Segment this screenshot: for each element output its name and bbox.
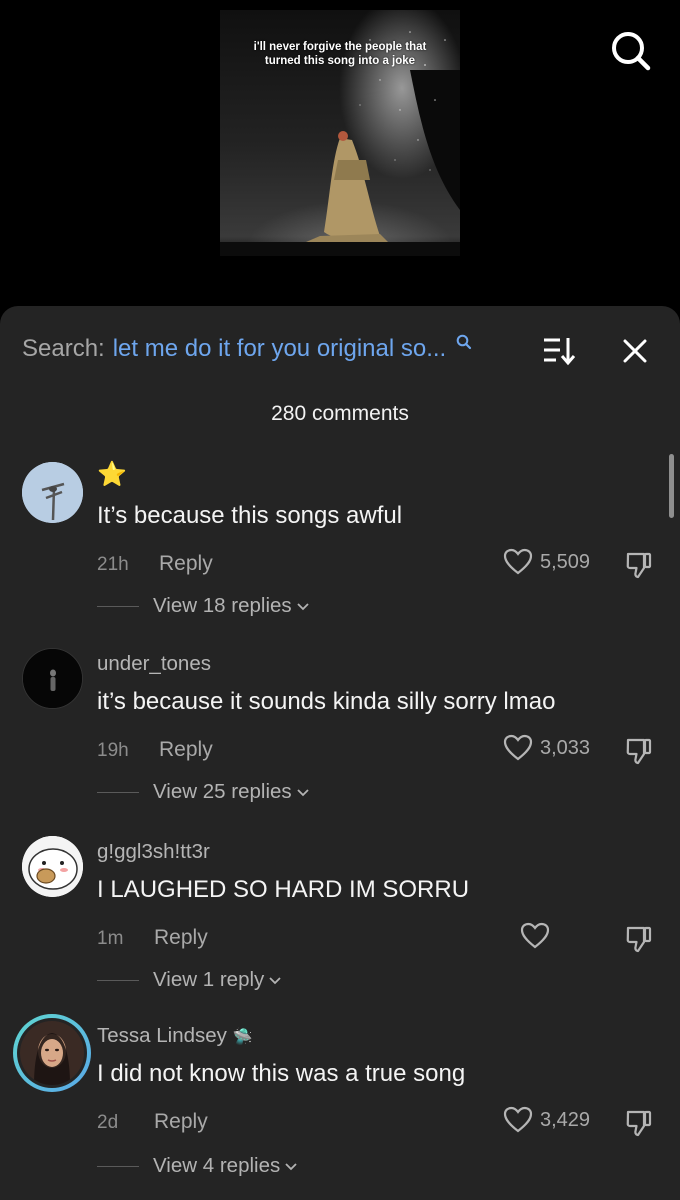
search-icon [456,334,472,350]
video-caption: i'll never forgive the people that turne… [253,41,427,67]
view-replies-button[interactable]: View 25 replies [97,780,310,804]
divider-line [97,1165,139,1167]
reply-button[interactable]: Reply [159,552,213,576]
reply-button[interactable]: Reply [159,738,213,762]
view-replies-button[interactable]: View 18 replies [97,594,310,618]
figure-avatar-image [23,649,82,708]
comment-username[interactable]: g!ggl3sh!tt3r [97,840,210,864]
thumbs-down-icon [626,738,652,765]
dislike-button[interactable] [624,1108,654,1143]
view-replies-label: View 1 reply [153,968,265,991]
cartoon-cat-avatar-image [22,836,83,897]
thumbs-down-icon [626,1110,652,1137]
related-search-link[interactable]: Search: let me do it for you original so… [22,332,472,366]
view-replies-label: View 18 replies [153,594,292,617]
username-label: Tessa Lindsey [97,1024,227,1047]
divider-line [97,605,139,607]
comment-text: it’s because it sounds kinda silly sorry… [97,688,556,715]
scrollbar[interactable] [669,454,674,518]
like-button[interactable]: 3,429 [503,1106,590,1134]
avatar[interactable] [22,462,83,523]
avatar-ring [17,1018,87,1088]
comment-time: 1m [97,928,124,949]
comment-badge: ⭐ [97,461,127,488]
comment-text: I did not know this was a true song [97,1060,466,1087]
dislike-button[interactable] [624,550,654,585]
like-button[interactable] [520,922,557,950]
reply-button[interactable]: Reply [154,1110,208,1134]
comment-count: 280 comments [271,402,409,425]
chevron-down-icon [285,1163,297,1171]
view-replies-button[interactable]: View 1 reply [97,968,282,992]
close-icon [623,339,647,363]
close-button[interactable] [622,338,648,369]
chevron-down-icon [297,603,309,611]
profile-photo-avatar-image [20,1021,84,1085]
comment-text: It’s because this songs awful [97,502,403,529]
comment-username[interactable]: Tessa Lindsey 🛸 [97,1024,253,1048]
view-replies-label: View 4 replies [153,1154,281,1177]
like-button[interactable]: 3,033 [503,734,590,762]
like-button[interactable]: 5,509 [503,548,590,576]
search-prefix-label: Search: [22,335,105,362]
reply-button[interactable]: Reply [154,926,208,950]
comment-badge: 🛸 [232,1029,253,1046]
like-count: 3,033 [540,736,591,759]
video-thumbnail[interactable]: i'll never forgive the people that turne… [220,10,460,256]
thumbs-down-icon [626,552,652,579]
comment-time: 21h [97,554,129,575]
heart-icon [503,548,533,575]
like-count: 3,429 [540,1108,591,1131]
chevron-down-icon [297,789,309,797]
view-replies-label: View 25 replies [153,780,292,803]
heart-icon [520,922,550,949]
sort-comments-button[interactable] [542,336,576,371]
dislike-button[interactable] [624,924,654,959]
avatar[interactable] [22,648,83,709]
comment-time: 2d [97,1112,119,1133]
sort-icon [544,338,576,366]
like-count: 5,509 [540,550,591,573]
divider-line [97,979,139,981]
avatar[interactable] [22,836,83,897]
thumbs-down-icon [626,926,652,953]
dragonfly-avatar-image [22,462,83,523]
search-query-link[interactable]: let me do it for you original so... [113,335,447,363]
dislike-button[interactable] [624,736,654,771]
video-area: i'll never forgive the people that turne… [0,0,680,318]
avatar[interactable] [13,1014,91,1092]
view-replies-button[interactable]: View 4 replies [97,1154,298,1178]
heart-icon [503,734,533,761]
search-button[interactable] [610,30,652,72]
heart-icon [503,1106,533,1133]
comments-sheet: Search: let me do it for you original so… [0,306,680,1200]
comment-text: I LAUGHED SO HARD IM SORRU [97,876,470,903]
chevron-down-icon [269,977,281,985]
comment-username[interactable]: under_tones [97,652,211,676]
search-icon [612,32,651,71]
comment-time: 19h [97,740,129,761]
divider-line [97,791,139,793]
